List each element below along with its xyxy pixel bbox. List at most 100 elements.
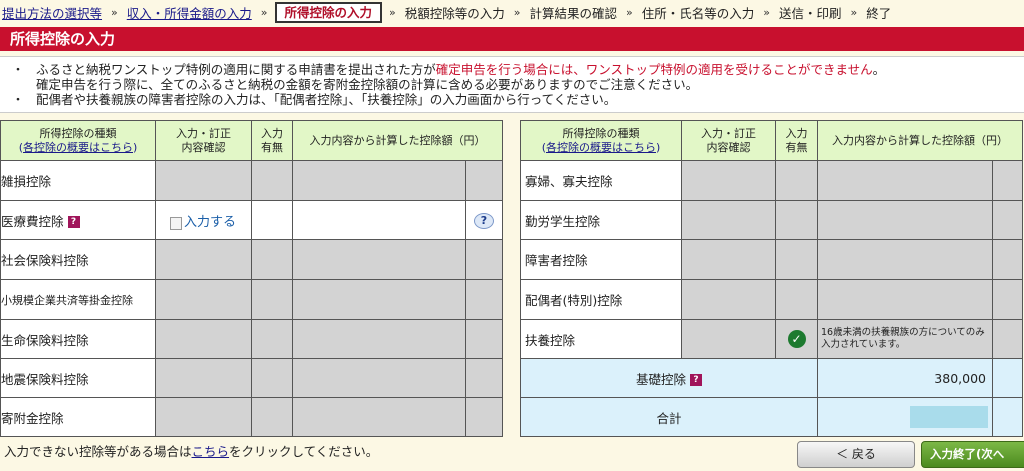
header-deduction-type: 所得控除の種類 (各控除の概要はこちら) <box>520 120 682 161</box>
cell-status <box>775 279 818 320</box>
breadcrumb-send-print: 送信・印刷 <box>779 6 842 21</box>
deduction-table-right: 所得控除の種類 (各控除の概要はこちら) 入力・訂正 内容確認 入力 有無 入力内容… <box>520 120 1023 437</box>
cell-input <box>681 279 776 320</box>
table-row: 雑損控除 <box>0 160 503 201</box>
table-row: 障害者控除 <box>520 239 1023 280</box>
table-row: 扶養控除 ✓ 16歳未満の扶養親族の方についてのみ入力されています。 <box>520 319 1023 359</box>
notice-text: 配偶者や扶養親族の障害者控除の入力は、「配偶者控除」、「扶養控除」の入力画面から… <box>36 92 617 107</box>
cell-amount <box>292 397 466 437</box>
header-type-sub: (各控除の概要はこちら) <box>1 141 155 155</box>
cell-status <box>251 358 293 398</box>
overview-link[interactable]: 各控除の概要はこちら <box>23 141 133 154</box>
row-label-social-insurance: 社会保険料控除 <box>0 239 156 280</box>
cell-extra <box>992 239 1023 280</box>
cell-amount <box>292 279 466 320</box>
notice-warning-text: 確定申告を行う場合には、ワンストップ特例の適用を受けることができません <box>435 62 873 77</box>
table-row: 基礎控除? 380,000 <box>520 358 1023 398</box>
header-input-confirm-2: 内容確認 <box>181 140 226 154</box>
notice-bullet: ・ <box>11 62 25 77</box>
header-type-label: 所得控除の種類 <box>39 126 117 140</box>
question-bubble-icon[interactable]: ? <box>474 212 494 229</box>
cell-input <box>155 279 252 320</box>
cell-status <box>251 397 293 437</box>
breadcrumb-finish: 終了 <box>866 6 892 21</box>
cell-amount <box>817 160 993 201</box>
breadcrumb: 提出方法の選択等 » 収入・所得金額の入力 » 所得控除の入力 » 税額控除等の… <box>0 0 1024 25</box>
total-amount-cell <box>817 397 993 437</box>
cell-status <box>251 239 293 280</box>
basic-deduction-amount: 380,000 <box>817 358 993 398</box>
notice-bullet: ・ <box>11 92 25 107</box>
cell-amount <box>817 279 993 320</box>
medical-input-button[interactable]: 入力する <box>170 215 236 230</box>
row-label-casualty: 雑損控除 <box>0 160 156 201</box>
finish-input-button[interactable]: 入力終了(次へ <box>921 441 1024 468</box>
breadcrumb-submission-method[interactable]: 提出方法の選択等 <box>0 3 104 22</box>
footer-link[interactable]: こちら <box>192 444 230 459</box>
footer-text-end: をクリックしてください。 <box>229 444 379 459</box>
header-input-confirm-1: 入力・訂正 <box>701 126 756 140</box>
table-row: 地震保険料控除 <box>0 358 503 398</box>
cell-extra <box>465 239 503 280</box>
breadcrumb-tax-credit-input: 税額控除等の入力 <box>404 6 505 21</box>
paren-close: ) <box>133 140 138 154</box>
cell-input: 入力する <box>155 200 252 240</box>
header-deduction-type: 所得控除の種類 (各控除の概要はこちら) <box>0 120 156 161</box>
row-label-donation: 寄附金控除 <box>0 397 156 437</box>
footer-text: 入力できない控除等がある場合は <box>4 444 192 459</box>
cell-input <box>155 239 252 280</box>
row-label-spouse: 配偶者(特別)控除 <box>520 279 682 320</box>
header-input-status: 入力 有無 <box>251 120 293 161</box>
cell-amount <box>292 160 466 201</box>
cell-input <box>155 160 252 201</box>
table-row: 寄附金控除 <box>0 397 503 437</box>
breadcrumb-separator: » <box>389 6 396 19</box>
row-label-working-student: 勤労学生控除 <box>520 200 682 240</box>
back-button[interactable]: ＜ 戻る <box>797 441 915 468</box>
notice-text-part: ふるさと納税ワンストップ特例の適用に関する申請書を提出された方が <box>36 62 436 77</box>
row-label-small-business: 小規模企業共済等掛金控除 <box>0 279 156 320</box>
notice-line-3: ・ 配偶者や扶養親族の障害者控除の入力は、「配偶者控除」、「扶養控除」の入力画面… <box>0 92 1024 107</box>
breadcrumb-separator: » <box>850 6 858 19</box>
breadcrumb-separator: » <box>111 6 118 19</box>
table-header-row: 所得控除の種類 (各控除の概要はこちら) 入力・訂正 内容確認 入力 有無 入力内容… <box>0 120 503 161</box>
cell-status <box>251 279 293 320</box>
help-icon[interactable]: ? <box>690 373 702 386</box>
total-label: 合計 <box>520 397 818 437</box>
row-label-medical: 医療費控除? <box>0 200 156 240</box>
cell-extra <box>465 397 503 437</box>
cell-input <box>681 319 776 359</box>
breadcrumb-income-input[interactable]: 収入・所得金額の入力 <box>125 3 254 22</box>
table-row: 合計 <box>520 397 1023 437</box>
cell-extra <box>465 358 503 398</box>
cell-status <box>251 200 293 240</box>
header-input-status: 入力 有無 <box>775 120 818 161</box>
breadcrumb-calc-result: 計算結果の確認 <box>529 6 618 21</box>
help-icon[interactable]: ? <box>67 215 80 228</box>
table-row: 寡婦、寡夫控除 <box>520 160 1023 201</box>
cell-input <box>155 397 252 437</box>
cell-status <box>775 239 818 280</box>
breadcrumb-separator: » <box>626 6 633 19</box>
overview-link[interactable]: 各控除の概要はこちら <box>546 141 656 154</box>
paren-close: ) <box>656 140 661 154</box>
notice-text: ふるさと納税ワンストップ特例の適用に関する申請書を提出された方が確定申告を行う場… <box>36 62 885 77</box>
notice-line-2: 確定申告を行う際に、全てのふるさと納税の金額を寄附金控除額の計算に含める必要があ… <box>36 77 699 92</box>
medical-label: 医療費控除 <box>1 213 64 229</box>
row-label-widow: 寡婦、寡夫控除 <box>520 160 682 201</box>
cell-amount <box>292 200 466 240</box>
header-status-1: 入力 <box>785 126 808 140</box>
cell-amount <box>817 239 993 280</box>
table-row: 生命保険料控除 <box>0 319 503 359</box>
header-status-2: 有無 <box>261 140 283 154</box>
table-row: 配偶者(特別)控除 <box>520 279 1023 320</box>
table-header-row: 所得控除の種類 (各控除の概要はこちら) 入力・訂正 内容確認 入力 有無 入力内容… <box>520 120 1023 161</box>
header-amount: 入力内容から計算した控除額（円） <box>292 120 503 161</box>
cell-input <box>681 239 776 280</box>
footer-note: 入力できない控除等がある場合はこちらをクリックしてください。 <box>4 441 378 460</box>
table-row: 社会保険料控除 <box>0 239 503 280</box>
header-type-sub: (各控除の概要はこちら) <box>521 141 681 155</box>
header-input-confirm-1: 入力・訂正 <box>176 126 231 140</box>
cell-amount <box>292 358 466 398</box>
cell-extra <box>992 160 1023 201</box>
